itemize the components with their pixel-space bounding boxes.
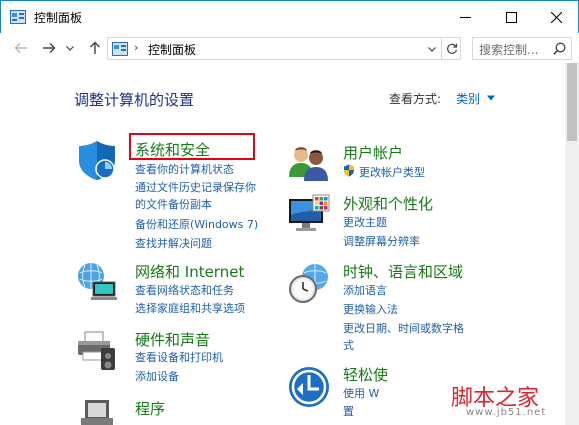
category-ease-of-access[interactable]: 轻松使 <box>343 364 388 385</box>
address-history-button[interactable] <box>426 42 438 56</box>
link-add-device[interactable]: 添加设备 <box>135 368 179 384</box>
link-backup-restore[interactable]: 备份和还原(Windows 7) <box>135 216 258 232</box>
category-appearance[interactable]: 外观和个性化 <box>343 193 433 214</box>
printer-icon[interactable] <box>75 328 119 372</box>
breadcrumb-control-panel[interactable]: 控制面板 <box>148 41 196 58</box>
link-change-input-method[interactable]: 更换输入法 <box>343 301 398 317</box>
search-icon[interactable] <box>553 42 566 55</box>
users-icon[interactable] <box>287 141 331 185</box>
programs-icon[interactable] <box>75 396 119 425</box>
navigation-bar: › 控制面板 搜索控制... <box>0 33 579 63</box>
page-title: 调整计算机的设置 <box>74 91 195 109</box>
watermark-url: www.jb51.net <box>466 407 547 418</box>
control-panel-icon <box>112 42 128 56</box>
chevron-down-icon <box>428 46 436 52</box>
arrow-up-icon <box>90 41 100 54</box>
back-button[interactable] <box>12 40 30 56</box>
category-hardware-sound[interactable]: 硬件和声音 <box>135 329 210 350</box>
maximize-icon <box>505 11 517 23</box>
chevron-down-icon <box>66 45 74 51</box>
link-file-history[interactable]: 通过文件历史记录保存你 <box>135 179 256 195</box>
link-network-status[interactable]: 查看网络状态和任务 <box>135 282 234 298</box>
minimize-button[interactable] <box>442 1 488 33</box>
breadcrumb-separator[interactable]: › <box>134 41 138 54</box>
clock-globe-icon[interactable] <box>287 261 331 305</box>
uac-shield-icon <box>344 164 354 177</box>
refresh-icon <box>446 43 457 54</box>
dropdown-arrow-icon[interactable] <box>487 95 495 101</box>
link-change-date-time-format-cont[interactable]: 式 <box>343 337 354 353</box>
ease-of-access-icon[interactable] <box>287 365 331 409</box>
title-bar: 控制面板 <box>0 0 579 33</box>
maximize-button[interactable] <box>488 1 534 33</box>
link-optimize-display[interactable]: 置 <box>343 403 354 419</box>
close-button[interactable] <box>533 1 579 33</box>
arrow-left-icon <box>14 43 27 53</box>
monitor-icon[interactable] <box>287 193 331 237</box>
minimize-icon <box>459 16 471 18</box>
category-network-internet[interactable]: 网络和 Internet <box>135 261 244 282</box>
close-icon <box>550 11 562 23</box>
refresh-button[interactable] <box>441 38 461 59</box>
shield-icon[interactable] <box>75 138 119 182</box>
up-button[interactable] <box>86 40 104 56</box>
link-change-theme[interactable]: 更改主题 <box>343 214 387 230</box>
recent-locations-button[interactable] <box>64 40 76 56</box>
link-screen-resolution[interactable]: 调整屏幕分辨率 <box>343 233 420 249</box>
window-title: 控制面板 <box>34 11 83 25</box>
category-programs[interactable]: 程序 <box>135 398 165 419</box>
highlight-frame <box>129 133 255 160</box>
arrow-right-icon <box>43 43 56 53</box>
search-placeholder[interactable]: 搜索控制... <box>479 41 538 58</box>
link-troubleshoot[interactable]: 查找并解决问题 <box>135 235 212 251</box>
link-file-history-cont[interactable]: 的文件备份副本 <box>135 196 212 212</box>
address-bar[interactable]: › 控制面板 <box>107 37 461 60</box>
link-change-account-type[interactable]: 更改帐户类型 <box>359 164 425 180</box>
content-area: 调整计算机的设置 查看方式: 类别 系统和安全 查看你的计算机状态 通过文件历史… <box>0 63 579 425</box>
link-change-date-time-format[interactable]: 更改日期、时间或数字格 <box>343 320 464 336</box>
link-add-language[interactable]: 添加语言 <box>343 282 387 298</box>
control-panel-icon <box>10 10 26 24</box>
network-icon[interactable] <box>75 260 119 304</box>
search-box[interactable]: 搜索控制... <box>472 37 572 60</box>
link-view-computer-status[interactable]: 查看你的计算机状态 <box>135 161 234 177</box>
scrollbar-thumb[interactable] <box>567 63 577 141</box>
link-ease-of-access-suggestions[interactable]: 使用 W <box>343 385 379 401</box>
category-user-accounts[interactable]: 用户帐户 <box>343 142 403 163</box>
category-clock-language-region[interactable]: 时钟、语言和区域 <box>343 261 463 282</box>
link-devices-printers[interactable]: 查看设备和打印机 <box>135 349 223 365</box>
view-by-label: 查看方式: <box>389 92 442 106</box>
link-homegroup[interactable]: 选择家庭组和共享选项 <box>135 300 245 316</box>
view-by-dropdown[interactable]: 类别 <box>456 90 480 107</box>
forward-button[interactable] <box>40 40 58 56</box>
